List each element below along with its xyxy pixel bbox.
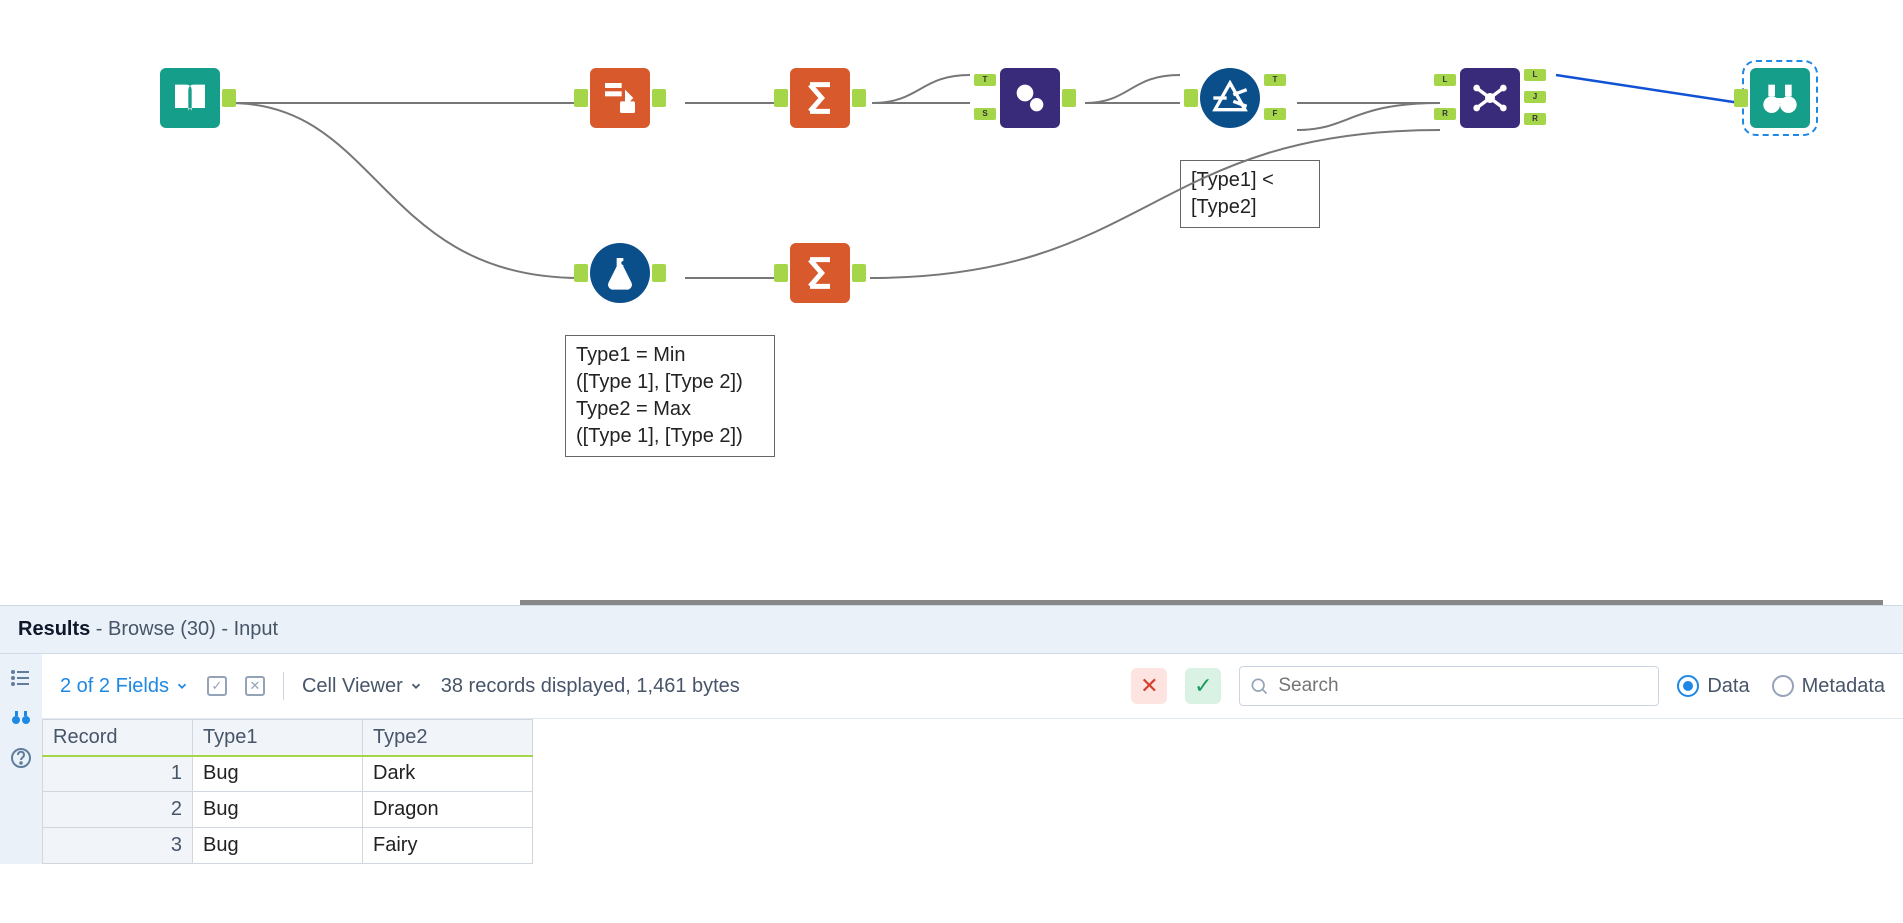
filter-annotation: [Type1] < [Type2] [1180,160,1320,228]
prism-icon [1210,78,1250,118]
connection-lines [0,0,1903,600]
sigma-icon [800,253,840,293]
append-fields-tool[interactable]: T S [1000,68,1060,128]
results-header: Results - Browse (30) - Input [0,605,1903,654]
binoculars-tab-icon[interactable] [9,706,33,730]
binoculars-icon [1760,78,1800,118]
reject-button[interactable]: ✕ [1131,668,1167,704]
network-icon [1470,78,1510,118]
gears-icon [1010,78,1050,118]
table-row[interactable]: 3BugFairy [43,828,533,864]
th-type2[interactable]: Type2 [363,720,533,756]
book-open-icon [170,78,210,118]
results-title: Results [18,618,90,640]
select-icon [600,78,640,118]
radio-metadata[interactable]: Metadata [1772,675,1885,698]
list-icon[interactable] [9,666,33,690]
join-tool[interactable]: L R L J R [1460,68,1520,128]
formula-tool[interactable] [590,243,650,303]
search-icon [1249,676,1269,696]
cell-viewer-label: Cell Viewer [302,675,403,698]
fields-dropdown[interactable]: 2 of 2 Fields [60,675,189,698]
chevron-down-icon [409,679,423,693]
browse-tool[interactable] [1750,68,1810,128]
summarize-tool-1[interactable] [790,68,850,128]
summarize-tool-2[interactable] [790,243,850,303]
deselect-all-check[interactable]: ✕ [245,676,265,696]
flask-icon [600,253,640,293]
th-record[interactable]: Record [43,720,193,756]
select-all-check[interactable]: ✓ [207,676,227,696]
results-table: Record Type1 Type2 1BugDark 2BugDragon 3… [42,719,533,864]
cell-viewer-dropdown[interactable]: Cell Viewer [302,675,423,698]
record-summary: 38 records displayed, 1,461 bytes [441,675,740,698]
search-field[interactable] [1239,666,1659,706]
filter-tool[interactable]: T F [1200,68,1260,128]
table-row[interactable]: 2BugDragon [43,792,533,828]
results-sidebar [0,654,42,864]
table-row[interactable]: 1BugDark [43,756,533,792]
accept-button[interactable]: ✓ [1185,668,1221,704]
select-tool[interactable] [590,68,650,128]
th-type1[interactable]: Type1 [193,720,363,756]
radio-data[interactable]: Data [1677,675,1749,698]
formula-annotation: Type1 = Min ([Type 1], [Type 2]) Type2 =… [565,335,775,457]
search-input[interactable] [1239,666,1659,706]
chevron-down-icon [175,679,189,693]
input-data-tool[interactable] [160,68,220,128]
workflow-canvas[interactable]: T S T F L R L J R Type1 = Min ([Type 1],… [0,0,1903,600]
fields-label: 2 of 2 Fields [60,675,169,698]
results-toolbar: 2 of 2 Fields ✓ ✕ Cell Viewer 38 records… [42,654,1903,719]
help-icon[interactable] [9,746,33,770]
results-subtitle: - Browse (30) - Input [90,618,278,640]
sigma-icon [800,78,840,118]
